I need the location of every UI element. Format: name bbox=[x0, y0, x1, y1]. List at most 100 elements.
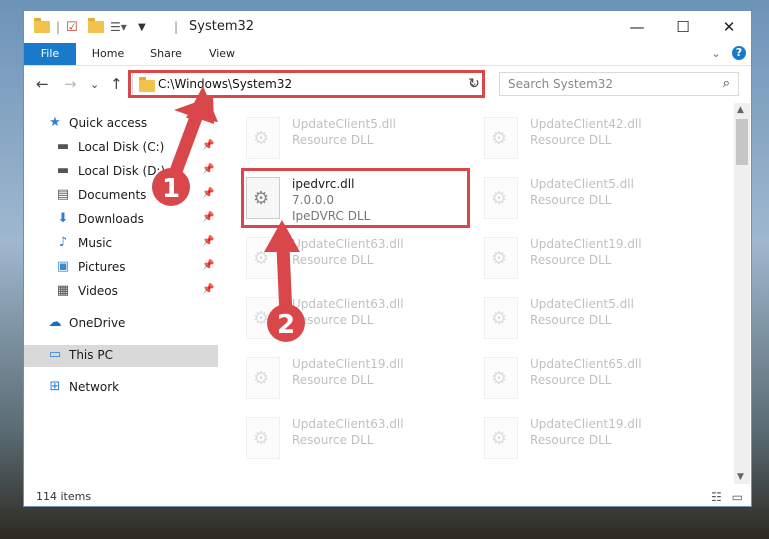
sidebar-item-local-disk-c[interactable]: ▬ Local Disk (C:) 📌 bbox=[24, 137, 218, 159]
customize-toolbar-icon[interactable]: ☰▾ bbox=[110, 18, 127, 36]
forward-button[interactable]: → bbox=[64, 75, 77, 93]
recent-locations-button[interactable]: ⌄ bbox=[90, 78, 99, 91]
tab-share[interactable]: Share bbox=[144, 43, 188, 65]
file-item[interactable]: UpdateClient63.dll Resource DLL bbox=[246, 233, 476, 289]
scroll-down-icon[interactable]: ▼ bbox=[737, 472, 744, 482]
sidebar-item-label: Quick access bbox=[69, 116, 148, 130]
sidebar-item-music[interactable]: ♪ Music 📌 bbox=[24, 233, 218, 255]
dll-file-icon bbox=[484, 417, 518, 459]
dll-file-icon bbox=[484, 357, 518, 399]
sidebar-item-network[interactable]: ⊞ Network bbox=[24, 377, 218, 399]
file-item[interactable]: UpdateClient63.dll Resource DLL bbox=[246, 413, 476, 469]
back-button[interactable]: ← bbox=[36, 75, 49, 93]
file-type: Resource DLL bbox=[292, 133, 374, 147]
file-name: UpdateClient63.dll bbox=[292, 417, 404, 431]
pin-icon: 📌 bbox=[202, 188, 215, 199]
sidebar-item-label: Videos bbox=[78, 284, 118, 298]
pin-icon: 📌 bbox=[202, 164, 215, 175]
sidebar-item-downloads[interactable]: ⬇ Downloads 📌 bbox=[24, 209, 218, 231]
sidebar-item-label: Local Disk (D:) bbox=[78, 164, 166, 178]
pin-icon: 📌 bbox=[202, 260, 215, 271]
title-separator: | bbox=[174, 20, 179, 34]
details-view-icon[interactable]: ☷ bbox=[711, 490, 722, 504]
tab-home[interactable]: Home bbox=[86, 43, 130, 65]
dll-file-icon bbox=[484, 237, 518, 279]
file-name: UpdateClient19.dll bbox=[530, 417, 642, 431]
new-folder-icon[interactable] bbox=[88, 18, 104, 36]
file-type: Resource DLL bbox=[530, 373, 612, 387]
dll-file-icon bbox=[484, 117, 518, 159]
properties-icon[interactable]: ☑ bbox=[66, 18, 78, 36]
network-icon: ⊞ bbox=[49, 379, 61, 394]
pin-icon: 📌 bbox=[202, 236, 215, 247]
file-name: UpdateClient19.dll bbox=[292, 357, 404, 371]
view-toggle[interactable]: ☷ ▭ bbox=[711, 490, 743, 504]
file-type: Resource DLL bbox=[530, 313, 612, 327]
drive-icon: ▬ bbox=[56, 163, 70, 178]
navigation-pane: ★ Quick access ▬ Local Disk (C:) 📌 ▬ Loc… bbox=[24, 107, 218, 482]
file-item[interactable]: UpdateClient19.dll Resource DLL bbox=[484, 413, 714, 469]
vertical-scrollbar[interactable]: ▲ ▼ bbox=[734, 103, 750, 484]
music-icon: ♪ bbox=[58, 235, 68, 250]
file-name: UpdateClient63.dll bbox=[292, 297, 404, 311]
pin-icon: 📌 bbox=[202, 212, 215, 223]
sidebar-item-videos[interactable]: ▦ Videos 📌 bbox=[24, 281, 218, 303]
file-item[interactable]: UpdateClient5.dll Resource DLL bbox=[484, 293, 714, 349]
ribbon: File Home Share View ⌄ ? bbox=[24, 43, 751, 66]
file-item[interactable]: UpdateClient42.dll Resource DLL bbox=[484, 113, 714, 169]
folder-icon bbox=[34, 18, 50, 36]
documents-icon: ▤ bbox=[56, 187, 70, 202]
sidebar-item-this-pc[interactable]: ▭ This PC bbox=[24, 345, 218, 367]
videos-icon: ▦ bbox=[56, 283, 70, 298]
file-type: Resource DLL bbox=[292, 313, 374, 327]
status-bar: 114 items ☷ ▭ bbox=[24, 487, 751, 507]
dll-file-icon bbox=[246, 297, 280, 339]
sidebar-item-local-disk-d[interactable]: ▬ Local Disk (D:) 📌 bbox=[24, 161, 218, 183]
file-item[interactable]: UpdateClient5.dll Resource DLL bbox=[484, 173, 714, 229]
file-item[interactable]: UpdateClient5.dll Resource DLL bbox=[246, 113, 476, 169]
file-name: UpdateClient5.dll bbox=[292, 117, 396, 131]
dll-file-icon bbox=[484, 297, 518, 339]
file-type: Resource DLL bbox=[292, 433, 374, 447]
maximize-button[interactable]: ☐ bbox=[660, 11, 706, 43]
sidebar-item-label: Music bbox=[78, 236, 113, 250]
up-button[interactable]: ↑ bbox=[110, 75, 123, 93]
scroll-up-icon[interactable]: ▲ bbox=[737, 105, 744, 115]
pictures-icon: ▣ bbox=[56, 259, 70, 274]
dll-file-icon bbox=[246, 357, 280, 399]
quick-access-dropdown-icon[interactable]: ▼ bbox=[138, 18, 146, 36]
sidebar-item-onedrive[interactable]: ☁ OneDrive bbox=[24, 313, 218, 335]
address-highlight-box bbox=[128, 70, 485, 98]
search-icon[interactable]: ⌕ bbox=[723, 76, 730, 91]
file-type: Resource DLL bbox=[292, 373, 374, 387]
file-item[interactable]: UpdateClient19.dll Resource DLL bbox=[246, 353, 476, 409]
search-box[interactable]: Search System32 ⌕ bbox=[499, 72, 739, 96]
item-count: 114 items bbox=[36, 490, 92, 503]
sidebar-item-label: Local Disk (C:) bbox=[78, 140, 165, 154]
file-item[interactable]: UpdateClient65.dll Resource DLL bbox=[484, 353, 714, 409]
sidebar-item-quick-access[interactable]: ★ Quick access bbox=[24, 113, 218, 135]
large-icons-view-icon[interactable]: ▭ bbox=[732, 490, 743, 504]
dll-file-icon bbox=[484, 177, 518, 219]
file-item[interactable]: UpdateClient63.dll Resource DLL bbox=[246, 293, 476, 349]
dll-file-icon bbox=[246, 237, 280, 279]
file-item[interactable]: UpdateClient19.dll Resource DLL bbox=[484, 233, 714, 289]
expand-ribbon-icon[interactable]: ⌄ bbox=[708, 43, 724, 65]
close-button[interactable]: ✕ bbox=[706, 11, 752, 43]
download-icon: ⬇ bbox=[57, 211, 69, 226]
minimize-button[interactable]: — bbox=[614, 11, 660, 43]
sidebar-item-label: Network bbox=[69, 380, 120, 394]
help-icon[interactable]: ? bbox=[732, 46, 746, 60]
star-icon: ★ bbox=[49, 115, 61, 130]
dll-file-icon bbox=[246, 417, 280, 459]
explorer-window: | ☑ ☰▾ ▼ | System32 — ☐ ✕ File Home Shar… bbox=[23, 10, 752, 507]
tab-view[interactable]: View bbox=[200, 43, 244, 65]
scrollbar-thumb[interactable] bbox=[736, 119, 748, 165]
file-list: UpdateClient5.dll Resource DLL ipedvrc.d… bbox=[220, 107, 732, 482]
file-type: Resource DLL bbox=[530, 433, 612, 447]
sidebar-item-label: OneDrive bbox=[69, 316, 126, 330]
sidebar-item-pictures[interactable]: ▣ Pictures 📌 bbox=[24, 257, 218, 279]
tab-file[interactable]: File bbox=[24, 43, 76, 65]
pin-icon: 📌 bbox=[202, 284, 215, 295]
sidebar-item-documents[interactable]: ▤ Documents 📌 bbox=[24, 185, 218, 207]
